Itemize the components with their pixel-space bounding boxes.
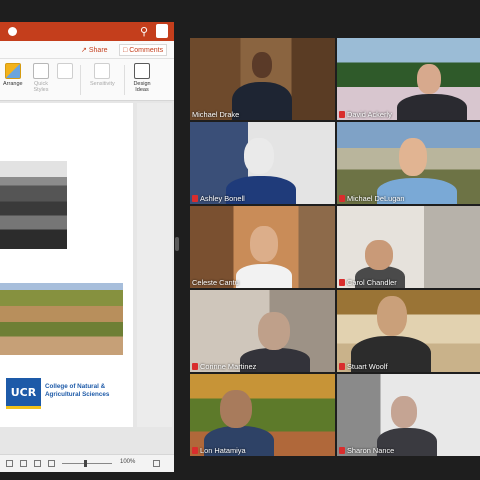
participant-head [250,226,278,262]
video-tile[interactable]: Carol Chandler [337,206,480,288]
slide-canvas[interactable]: UCR College of Natural & Agricultural Sc… [0,103,133,427]
participant-name: Ashley Bonell [192,194,245,203]
participant-head [365,240,393,270]
fit-slide-icon[interactable] [153,460,160,467]
video-tile[interactable]: Celeste Cantu [190,206,335,288]
panel-resize-handle[interactable] [175,237,179,251]
participant-name: Michael Drake [192,110,240,119]
video-tile[interactable]: David Ackerly [337,38,480,120]
shape-fill-button[interactable] [57,63,73,79]
muted-mic-icon [192,195,198,202]
profile-icon[interactable] [156,24,168,38]
participant-head [399,138,427,176]
ribbon-tabs: ↗ Share □ Comments [0,41,174,59]
reading-view-icon[interactable] [48,460,55,467]
ucr-logo-stripe [6,406,41,409]
muted-mic-icon [339,279,345,286]
ribbon-divider [124,65,125,95]
shape-fill-icon [57,63,73,79]
quick-styles-icon [33,63,49,79]
zoom-slider[interactable] [62,463,112,464]
muted-mic-icon [339,111,345,118]
zoom-slider-thumb[interactable] [84,460,87,467]
participant-name: Celeste Cantu [192,278,239,287]
participant-name: Carol Chandler [339,278,397,287]
participant-name: Stuart Woolf [339,362,388,371]
powerpoint-window: ⚲ ↗ Share □ Comments Arrange Quick Style… [0,22,174,472]
slide-panel[interactable] [137,103,172,427]
comments-button[interactable]: □ Comments [119,44,168,56]
video-tile[interactable]: Ashley Bonell [190,122,335,204]
muted-mic-icon [339,363,345,370]
ribbon: Arrange Quick Styles Sensitivity Design … [0,59,174,101]
participant-name: Sharon Nance [339,446,394,455]
participant-name: Lon Hatamiya [192,446,246,455]
participant-name: Corinne Martinez [192,362,256,371]
quick-styles-button[interactable]: Quick Styles [31,63,51,93]
participant-head [377,296,407,336]
participant-figure [236,264,292,288]
participant-head [417,64,441,94]
muted-mic-icon [339,195,345,202]
participant-head [220,390,252,428]
search-icon[interactable]: ⚲ [140,25,148,38]
participant-head [258,312,290,350]
notes-icon[interactable] [6,460,13,467]
sensitivity-button[interactable]: Sensitivity [90,63,115,87]
status-bar: 100% [0,454,174,472]
video-tile[interactable]: Corinne Martinez [190,290,335,372]
video-tile[interactable]: Sharon Nance [337,374,480,456]
comment-icon: □ [123,46,128,54]
participant-figure [397,94,467,120]
normal-view-icon[interactable] [20,460,27,467]
share-button[interactable]: ↗ Share [78,44,111,56]
slide-area: UCR College of Natural & Agricultural Sc… [0,101,174,454]
aerial-campus-photo[interactable] [0,283,123,355]
historic-campus-photo[interactable] [0,161,67,249]
participant-head [252,52,272,78]
participant-name: David Ackerly [339,110,392,119]
muted-mic-icon [192,363,198,370]
muted-mic-icon [192,447,198,454]
ppt-titlebar: ⚲ [0,22,174,41]
sorter-view-icon[interactable] [34,460,41,467]
college-name: College of Natural & Agricultural Scienc… [45,383,110,398]
share-icon: ↗ [81,47,87,54]
participant-name: Michael DeLugan [339,194,405,203]
video-tile[interactable]: Lon Hatamiya [190,374,335,456]
participant-head [391,396,417,428]
participant-head [244,138,274,174]
video-tile[interactable]: Stuart Woolf [337,290,480,372]
arrange-button[interactable]: Arrange [3,63,23,87]
app-icon [8,27,17,36]
muted-mic-icon [339,447,345,454]
sensitivity-icon [94,63,111,79]
video-tile[interactable]: Michael DeLugan [337,122,480,204]
ribbon-divider [80,65,81,95]
design-ideas-button[interactable]: Design Ideas [131,63,153,93]
zoom-level[interactable]: 100% [120,459,135,465]
ucr-logo: UCR [6,378,41,406]
arrange-icon [4,63,21,79]
design-ideas-icon [134,63,150,79]
participant-figure [232,82,292,120]
video-tile[interactable]: Michael Drake [190,38,335,120]
